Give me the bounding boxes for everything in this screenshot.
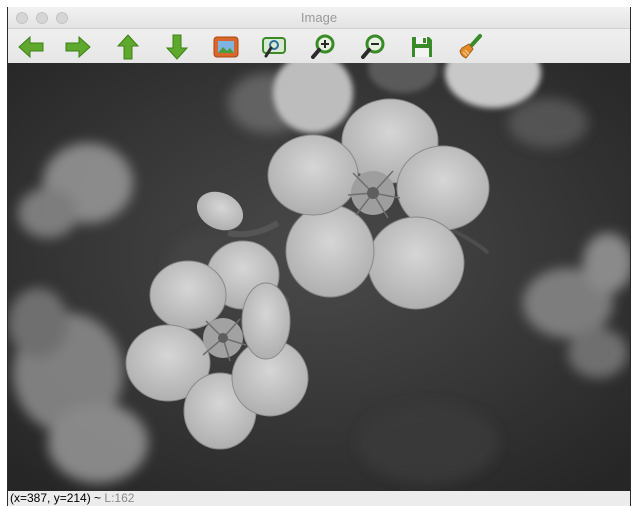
arrow-up-icon [116, 34, 140, 60]
status-bar: (x=387, y=214) ~ L:162 [8, 491, 630, 506]
properties-button[interactable] [455, 32, 485, 62]
brush-icon [459, 34, 482, 59]
picture-frame-icon [213, 36, 239, 58]
toolbar [8, 29, 630, 63]
pan-right-button[interactable] [63, 32, 93, 62]
image-window: Image (x=387, y=214) ~ L:162 [7, 7, 631, 506]
zoom-out-icon [361, 34, 385, 59]
image-canvas[interactable] [8, 63, 630, 491]
arrow-left-icon [18, 35, 44, 59]
save-button[interactable] [407, 32, 437, 62]
pan-down-button[interactable] [162, 32, 192, 62]
zoom-region-button[interactable] [259, 32, 289, 62]
zoom-in-icon [311, 34, 335, 59]
cursor-coordinates: (x=387, y=214) ~ [10, 491, 102, 505]
pan-up-button[interactable] [113, 32, 143, 62]
pan-left-button[interactable] [16, 32, 46, 62]
grayscale-photo [8, 63, 630, 491]
window-title: Image [300, 10, 338, 25]
zoom-out-button[interactable] [358, 32, 388, 62]
floppy-disk-icon [412, 37, 432, 57]
zoom-region-icon [262, 37, 286, 58]
arrow-right-icon [65, 35, 91, 59]
fit-image-button[interactable] [211, 32, 241, 62]
pixel-level: L:162 [101, 491, 135, 505]
zoom-in-button[interactable] [308, 32, 338, 62]
title-bar[interactable]: Image [8, 7, 630, 29]
arrow-down-icon [165, 34, 189, 60]
